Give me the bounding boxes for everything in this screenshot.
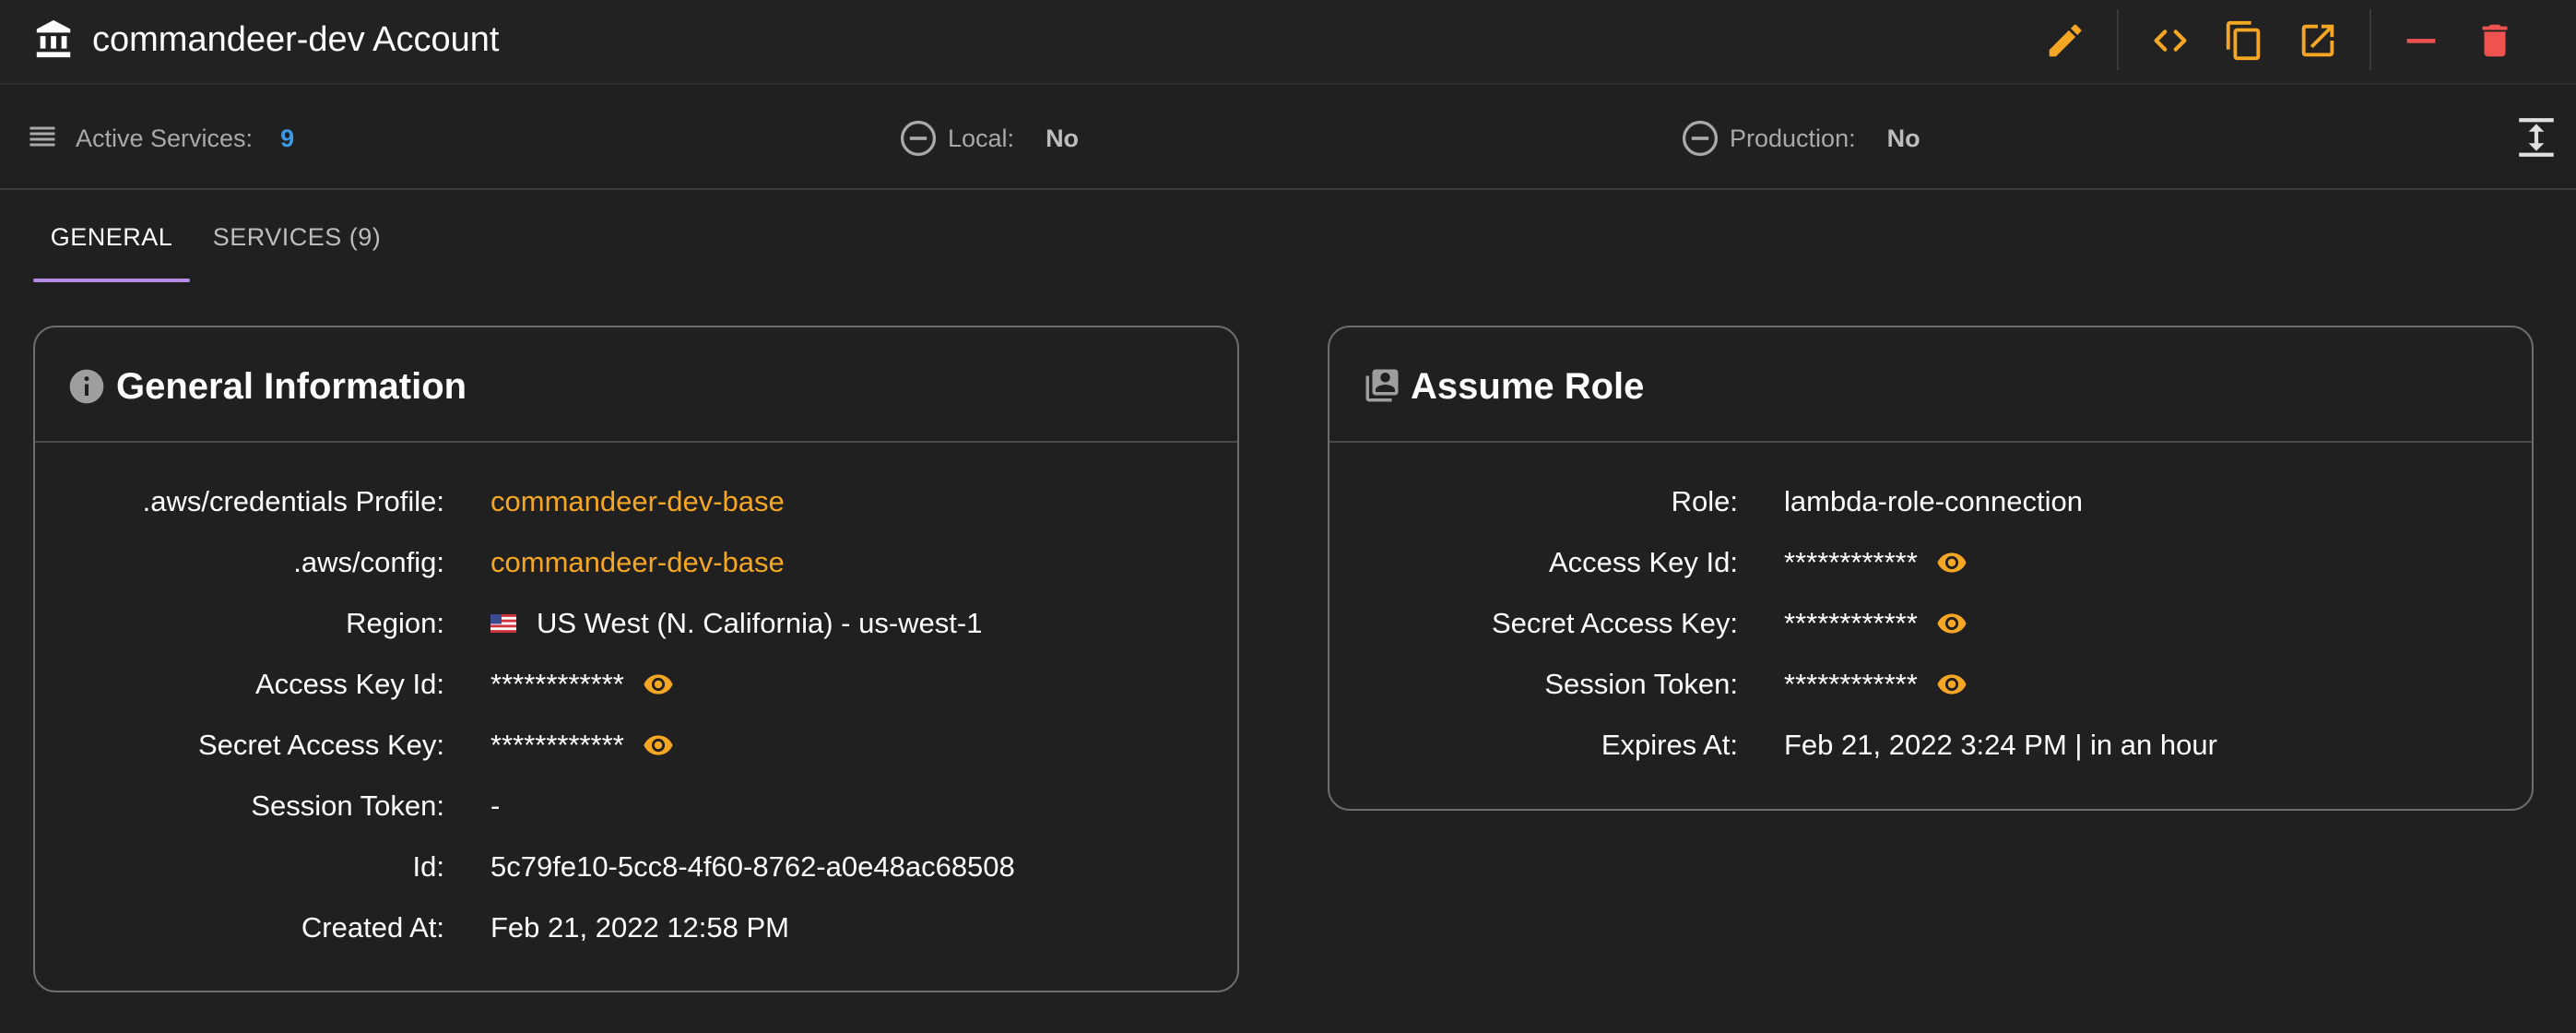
detail-row: Access Key Id: ************ bbox=[35, 657, 1237, 712]
credentials-profile-link[interactable]: commandeer-dev-base bbox=[490, 474, 785, 529]
local-label: Local: bbox=[948, 124, 1015, 152]
detail-row: Session Token: - bbox=[35, 778, 1237, 834]
code-icon bbox=[2154, 30, 2187, 52]
page-title: commandeer-dev Account bbox=[92, 20, 500, 59]
edit-button[interactable] bbox=[2041, 17, 2089, 65]
access-key-id-value: ************ bbox=[1784, 535, 1967, 590]
session-token-value: - bbox=[490, 790, 501, 822]
delete-button[interactable] bbox=[2471, 17, 2519, 65]
session-token-value: ************ bbox=[1784, 657, 1967, 712]
minimize-icon bbox=[2406, 39, 2436, 43]
tab-general[interactable]: GENERAL bbox=[33, 194, 190, 280]
list-icon bbox=[30, 126, 55, 147]
role-value: lambda-role-connection bbox=[1784, 485, 2083, 517]
detail-row: Region: US West (N. California) - us-wes… bbox=[35, 596, 1237, 651]
config-link[interactable]: commandeer-dev-base bbox=[490, 535, 785, 590]
created-at-label: Created At: bbox=[301, 911, 444, 944]
active-tab-indicator bbox=[33, 279, 190, 282]
eye-icon[interactable] bbox=[1936, 669, 1967, 700]
minus-circle-icon bbox=[1682, 120, 1719, 157]
session-token-label: Session Token: bbox=[251, 790, 444, 822]
session-token-masked: ************ bbox=[1784, 668, 1918, 700]
secret-access-key-value: ************ bbox=[1784, 596, 1967, 651]
minimize-button[interactable] bbox=[2397, 17, 2445, 65]
active-services-stat: Active Services: 9 bbox=[24, 87, 294, 190]
detail-row: Role: lambda-role-connection bbox=[1329, 474, 2532, 529]
session-token-label: Session Token: bbox=[1544, 668, 1738, 700]
eye-icon[interactable] bbox=[643, 730, 674, 761]
copy-icon bbox=[2226, 20, 2261, 61]
created-at-value: Feb 21, 2022 12:58 PM bbox=[490, 911, 790, 944]
detail-row: Secret Access Key: ************ bbox=[35, 718, 1237, 773]
secret-access-key-masked: ************ bbox=[1784, 607, 1918, 639]
active-services-count: 9 bbox=[280, 124, 295, 152]
eye-icon[interactable] bbox=[1936, 608, 1967, 639]
detail-row: Secret Access Key: ************ bbox=[1329, 596, 2532, 651]
secret-access-key-label: Secret Access Key: bbox=[197, 729, 444, 761]
expires-at-label: Expires At: bbox=[1601, 729, 1738, 761]
secret-access-key-masked: ************ bbox=[490, 729, 624, 761]
region-label: Region: bbox=[346, 607, 444, 639]
edit-icon bbox=[2049, 24, 2082, 57]
access-key-id-masked: ************ bbox=[490, 668, 624, 700]
detail-row: Id: 5c79fe10-5cc8-4f60-8762-a0e48ac68508 bbox=[35, 839, 1237, 895]
info-icon bbox=[69, 369, 104, 404]
delete-icon bbox=[2482, 24, 2508, 57]
us-flag-icon bbox=[490, 614, 516, 633]
card-header: General Information bbox=[35, 327, 1237, 443]
open-external-icon bbox=[2301, 24, 2334, 57]
secret-access-key-value: ************ bbox=[490, 718, 674, 773]
production-stat: Production: No bbox=[1680, 87, 1920, 190]
divider bbox=[2117, 9, 2119, 70]
card-header: Assume Role bbox=[1329, 327, 2532, 443]
eye-icon[interactable] bbox=[1936, 547, 1967, 578]
stats-bar: Active Services: 9 Local: No Production:… bbox=[0, 87, 2576, 190]
assume-role-card: Assume Role Role: lambda-role-connection… bbox=[1328, 326, 2534, 811]
view-code-button[interactable] bbox=[2146, 17, 2194, 65]
expires-at-value: Feb 21, 2022 3:24 PM | in an hour bbox=[1784, 729, 2217, 761]
minus-circle-icon bbox=[900, 120, 937, 157]
card-title: Assume Role bbox=[1411, 366, 1645, 407]
top-bar: commandeer-dev Account bbox=[0, 0, 2576, 85]
production-value: No bbox=[1886, 124, 1920, 152]
region-value: US West (N. California) - us-west-1 bbox=[490, 596, 982, 651]
config-label: .aws/config: bbox=[293, 546, 444, 578]
active-services-label: Active Services: bbox=[76, 124, 254, 152]
tab-services[interactable]: SERVICES (9) bbox=[205, 194, 389, 280]
local-stat: Local: No bbox=[898, 87, 1079, 190]
region-text: US West (N. California) - us-west-1 bbox=[537, 607, 983, 639]
detail-row: Session Token: ************ bbox=[1329, 657, 2532, 712]
production-label: Production: bbox=[1730, 124, 1856, 152]
expand-button[interactable] bbox=[2513, 114, 2559, 160]
expand-vertical-icon bbox=[2519, 118, 2554, 157]
open-external-button[interactable] bbox=[2294, 17, 2342, 65]
access-key-id-value: ************ bbox=[490, 657, 674, 712]
credentials-profile-label: .aws/credentials Profile: bbox=[142, 485, 444, 517]
id-label: Id: bbox=[412, 850, 444, 883]
access-key-id-label: Access Key Id: bbox=[254, 668, 444, 700]
copy-button[interactable] bbox=[2220, 17, 2268, 65]
detail-row: .aws/credentials Profile: commandeer-dev… bbox=[35, 474, 1237, 529]
detail-row: Access Key Id: ************ bbox=[1329, 535, 2532, 590]
bank-icon bbox=[36, 19, 71, 58]
role-label: Role: bbox=[1671, 485, 1738, 517]
detail-row: .aws/config: commandeer-dev-base bbox=[35, 535, 1237, 590]
access-key-id-masked: ************ bbox=[1784, 546, 1918, 578]
divider bbox=[2369, 9, 2371, 70]
secret-access-key-label: Secret Access Key: bbox=[1491, 607, 1738, 639]
card-title: General Information bbox=[116, 366, 467, 407]
detail-row: Expires At: Feb 21, 2022 3:24 PM | in an… bbox=[1329, 718, 2532, 773]
eye-icon[interactable] bbox=[643, 669, 674, 700]
detail-row: Created At: Feb 21, 2022 12:58 PM bbox=[35, 900, 1237, 956]
access-key-id-label: Access Key Id: bbox=[1548, 546, 1738, 578]
general-information-card: General Information .aws/credentials Pro… bbox=[33, 326, 1239, 992]
local-value: No bbox=[1046, 124, 1080, 152]
assume-role-icon bbox=[1365, 369, 1399, 402]
id-value: 5c79fe10-5cc8-4f60-8762-a0e48ac68508 bbox=[490, 850, 1015, 883]
